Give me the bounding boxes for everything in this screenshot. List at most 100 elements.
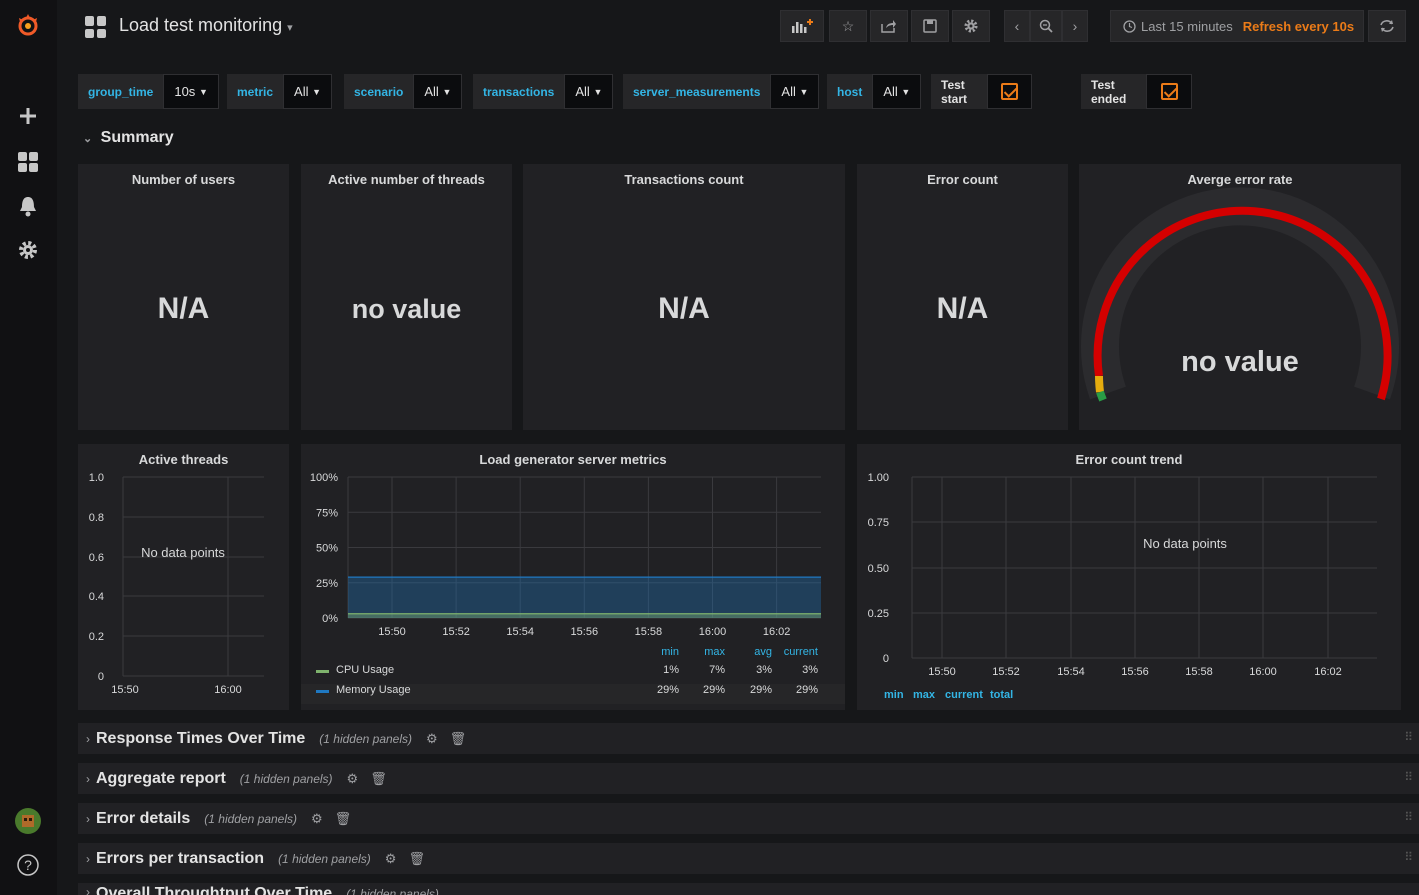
caret-down-icon: ▼ [442, 86, 452, 97]
help-icon[interactable]: ? [15, 852, 41, 878]
variable-dropdown[interactable]: All ▼ [872, 74, 922, 109]
variable-dropdown[interactable]: 10s ▼ [163, 74, 219, 109]
gauge-value: no value [1181, 346, 1299, 378]
stat-value: no value [351, 294, 462, 324]
time-back-button[interactable]: ‹ [1004, 10, 1030, 42]
save-button[interactable] [911, 10, 949, 42]
drag-handle-icon[interactable]: ⠿ [1404, 770, 1413, 784]
legend-value: 29% [702, 684, 725, 696]
legend-series-name: CPU Usage [336, 664, 395, 676]
y-tick: 0.4 [89, 591, 104, 603]
y-tick: 50% [316, 543, 338, 555]
caret-down-icon: ▼ [901, 86, 911, 97]
legend-row-memory[interactable]: Memory Usage 29% 29% 29% 29% [301, 684, 845, 704]
trash-icon[interactable]: 🗑 [408, 851, 425, 867]
legend-header-max: max [913, 689, 936, 701]
legend-header-current: current [783, 646, 818, 658]
checkbox-checked-icon [1001, 83, 1019, 100]
graph-panel-active-threads[interactable]: Active threads 1.0 0.8 0.6 0.4 0.2 0 15:… [78, 444, 289, 710]
settings-button[interactable] [952, 10, 990, 42]
legend-row-cpu[interactable]: CPU Usage 1% 7% 3% 3% [301, 664, 845, 684]
panel-title: Error count [927, 172, 998, 187]
dashboards-icon[interactable] [15, 149, 41, 175]
legend-header-min: min [661, 646, 679, 658]
graph-panel-error-trend[interactable]: Error count trend 1.00 0.75 0.50 0.25 0 … [857, 444, 1401, 710]
legend-swatch [316, 670, 329, 673]
variable-dropdown[interactable]: All ▼ [770, 74, 820, 109]
y-tick: 75% [316, 507, 338, 519]
plus-icon[interactable] [15, 103, 41, 129]
collapsed-row[interactable]: › Response Times Over Time (1 hidden pan… [78, 723, 1419, 754]
legend-header-total: total [990, 689, 1013, 701]
dashboard-title[interactable]: Load test monitoring ▾ [119, 15, 293, 36]
variable-group-time[interactable]: group_time 10s ▼ [78, 74, 219, 109]
collapsed-row[interactable]: › Error details (1 hidden panels) ⚙ 🗑 ⠿ [78, 803, 1419, 834]
grafana-logo-icon[interactable] [15, 12, 41, 38]
zoom-out-button[interactable] [1030, 10, 1062, 42]
variable-scenario[interactable]: scenario All ▼ [344, 74, 463, 109]
variable-value: 10s [174, 84, 196, 99]
legend-value: 3% [802, 664, 818, 676]
drag-handle-icon[interactable]: ⠿ [1404, 730, 1413, 744]
legend-value: 29% [749, 684, 772, 696]
row-settings-icon[interactable]: ⚙ [385, 851, 397, 867]
bell-icon[interactable] [15, 193, 41, 219]
x-tick: 16:00 [699, 626, 727, 638]
row-settings-icon[interactable]: ⚙ [311, 811, 323, 827]
trash-icon[interactable]: 🗑 [370, 771, 387, 787]
collapsed-row[interactable]: › Errors per transaction (1 hidden panel… [78, 843, 1419, 874]
graph-panel-server-metrics[interactable]: Load generator server metrics 100% 75% 50%… [301, 444, 845, 710]
stat-panel-users[interactable]: Number of users N/A [78, 164, 289, 430]
trash-icon[interactable]: 🗑 [335, 811, 352, 827]
variable-host[interactable]: host All ▼ [827, 74, 922, 109]
variable-dropdown[interactable]: All ▼ [283, 74, 333, 109]
stat-panel-transactions-count[interactable]: Transactions count N/A [523, 164, 845, 430]
summary-row-toggle[interactable]: ⌄ Summary [83, 129, 174, 147]
y-tick: 0 [883, 653, 889, 665]
variable-dropdown[interactable]: All ▼ [413, 74, 463, 109]
share-icon [881, 20, 896, 33]
x-tick: 15:54 [1057, 666, 1085, 678]
variable-transactions[interactable]: transactions All ▼ [473, 74, 614, 109]
variable-test-start[interactable]: Test start [931, 74, 1033, 109]
y-tick: 25% [316, 578, 338, 590]
gauge-panel-error-rate[interactable]: Averge error rate no value [1079, 164, 1401, 430]
collapsed-row[interactable]: › Aggregate report (1 hidden panels) ⚙ 🗑… [78, 763, 1419, 794]
caret-down-icon: ▼ [799, 86, 809, 97]
time-forward-button[interactable]: › [1062, 10, 1088, 42]
variable-dropdown[interactable]: All ▼ [564, 74, 614, 109]
row-settings-icon[interactable]: ⚙ [426, 731, 438, 747]
test-ended-checkbox[interactable] [1145, 74, 1193, 109]
hidden-panels-count: (1 hidden panels) [346, 887, 439, 895]
series-area [348, 577, 821, 618]
row-settings-icon[interactable]: ⚙ [347, 771, 359, 787]
share-button[interactable] [870, 10, 908, 42]
variable-metric[interactable]: metric All ▼ [227, 74, 333, 109]
hidden-panels-count: (1 hidden panels) [239, 771, 333, 786]
drag-handle-icon[interactable]: ⠿ [1404, 850, 1413, 864]
y-tick: 0.25 [868, 608, 889, 620]
variable-value: All [424, 84, 439, 99]
trash-icon[interactable]: 🗑 [450, 731, 467, 747]
drag-handle-icon[interactable]: ⠿ [1404, 810, 1413, 824]
stat-panel-active-threads[interactable]: Active number of threads no value [301, 164, 512, 430]
avatar[interactable] [15, 808, 41, 834]
test-start-checkbox[interactable] [987, 74, 1033, 109]
stat-panel-error-count[interactable]: Error count N/A [857, 164, 1068, 430]
chevron-down-icon: ⌄ [83, 133, 93, 145]
variable-server-measurements[interactable]: server_measurements All ▼ [623, 74, 820, 109]
y-tick: 1.00 [868, 472, 889, 484]
gear-icon [964, 19, 978, 33]
x-tick: 16:02 [1314, 666, 1342, 678]
star-button[interactable]: ☆ [829, 10, 867, 42]
collapsed-row[interactable]: › Overall Throughtput Over Time (1 hidde… [78, 883, 1419, 895]
add-panel-button[interactable] [780, 10, 824, 42]
time-picker[interactable]: Last 15 minutes Refresh every 10s [1110, 10, 1364, 42]
x-tick: 15:54 [506, 626, 534, 638]
refresh-button[interactable] [1368, 10, 1406, 42]
chevron-down-icon: ▾ [287, 22, 293, 34]
legend-header-max: max [704, 646, 725, 658]
no-data-message: No data points [1143, 536, 1227, 551]
gear-icon[interactable] [15, 237, 41, 263]
variable-test-ended[interactable]: Test ended [1081, 74, 1193, 109]
